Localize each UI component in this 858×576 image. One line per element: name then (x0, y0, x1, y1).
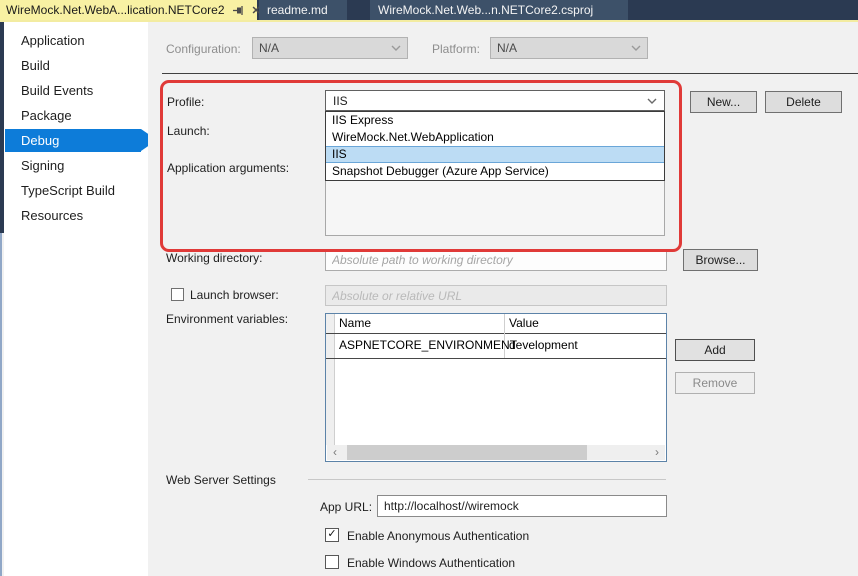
horizontal-scrollbar[interactable]: ‹ › (327, 445, 665, 460)
environment-variables-label: Environment variables: (166, 312, 288, 326)
column-header-value[interactable]: Value (509, 314, 539, 333)
web-server-settings-label: Web Server Settings (166, 473, 276, 487)
chevron-down-icon (647, 98, 657, 104)
sidebar-item-build-events[interactable]: Build Events (4, 78, 148, 103)
column-header-name[interactable]: Name (339, 314, 371, 333)
sidebar-selected-highlight: Debug (5, 129, 141, 152)
tab-csproj[interactable]: WireMock.Net.Web...n.NETCore2.csproj (370, 0, 628, 20)
dropdown-option-webapplication[interactable]: WireMock.Net.WebApplication (326, 129, 664, 146)
launch-browser-checkbox[interactable] (171, 288, 184, 301)
configuration-value: N/A (259, 41, 279, 55)
tab-title: WireMock.Net.WebA...lication.NETCore2 (6, 3, 225, 17)
profile-value: IIS (333, 94, 348, 108)
sidebar-item-signing[interactable]: Signing (4, 153, 148, 178)
sidebar-item-resources[interactable]: Resources (4, 203, 148, 228)
anonymous-auth-checkbox[interactable]: ✓ (325, 528, 339, 542)
delete-profile-button[interactable]: Delete (765, 91, 842, 113)
row-underline (326, 358, 666, 359)
working-directory-label: Working directory: (166, 251, 262, 265)
launch-label: Launch: (167, 124, 210, 138)
dropdown-option-iis-express[interactable]: IIS Express (326, 112, 664, 129)
environment-variables-table[interactable]: Name Value ASPNETCORE_ENVIRONMENT develo… (325, 313, 667, 462)
add-variable-button[interactable]: Add (675, 339, 755, 361)
debug-settings-page: Configuration: N/A Platform: N/A Profile… (148, 22, 858, 576)
properties-nav-sidebar: Application Build Build Events Package D… (4, 22, 148, 576)
platform-dropdown[interactable]: N/A (490, 37, 648, 59)
left-edge-line (0, 233, 2, 576)
configuration-dropdown[interactable]: N/A (252, 37, 408, 59)
pin-icon[interactable] (233, 5, 244, 16)
application-arguments-label: Application arguments: (167, 161, 289, 175)
scroll-right-icon[interactable]: › (649, 445, 665, 460)
header-separator (162, 73, 858, 74)
application-arguments-textarea[interactable] (325, 180, 665, 236)
chevron-down-icon (631, 45, 641, 51)
profile-label: Profile: (167, 95, 204, 109)
scroll-left-icon[interactable]: ‹ (327, 445, 343, 460)
app-url-input[interactable] (377, 495, 667, 517)
configuration-label: Configuration: (166, 42, 241, 56)
browse-button[interactable]: Browse... (683, 249, 758, 271)
document-tab-bar: WireMock.Net.WebA...lication.NETCore2 ✕ … (0, 0, 858, 22)
windows-auth-checkbox[interactable] (325, 555, 339, 569)
tab-readme[interactable]: readme.md (259, 0, 347, 20)
working-directory-input[interactable] (325, 249, 667, 271)
env-var-value-cell[interactable]: development (509, 333, 578, 358)
scrollbar-thumb[interactable] (347, 445, 587, 460)
sidebar-item-debug[interactable]: Debug (4, 128, 148, 153)
new-profile-button[interactable]: New... (690, 91, 757, 113)
anonymous-auth-label: Enable Anonymous Authentication (347, 529, 529, 543)
sidebar-item-application[interactable]: Application (4, 28, 148, 53)
chevron-down-icon (391, 45, 401, 51)
env-var-name-cell[interactable]: ASPNETCORE_ENVIRONMENT (339, 333, 517, 358)
tab-title: readme.md (267, 3, 328, 17)
app-url-label: App URL: (320, 500, 372, 514)
profile-combobox[interactable]: IIS (325, 90, 665, 111)
windows-auth-label: Enable Windows Authentication (347, 556, 515, 570)
launch-browser-label: Launch browser: (190, 288, 279, 302)
dropdown-option-snapshot-debugger[interactable]: Snapshot Debugger (Azure App Service) (326, 163, 664, 180)
sidebar-item-build[interactable]: Build (4, 53, 148, 78)
tab-wiremock-netcore2[interactable]: WireMock.Net.WebA...lication.NETCore2 ✕ (0, 0, 257, 20)
platform-value: N/A (497, 41, 517, 55)
platform-label: Platform: (432, 42, 480, 56)
project-properties-window: WireMock.Net.WebA...lication.NETCore2 ✕ … (0, 0, 858, 576)
section-separator (308, 479, 666, 480)
sidebar-item-typescript-build[interactable]: TypeScript Build (4, 178, 148, 203)
dropdown-option-iis[interactable]: IIS (326, 146, 664, 163)
launch-url-input (325, 285, 667, 306)
profile-dropdown-list: IIS Express WireMock.Net.WebApplication … (325, 111, 665, 181)
tab-title: WireMock.Net.Web...n.NETCore2.csproj (378, 3, 593, 17)
sidebar-item-package[interactable]: Package (4, 103, 148, 128)
remove-variable-button: Remove (675, 372, 755, 394)
